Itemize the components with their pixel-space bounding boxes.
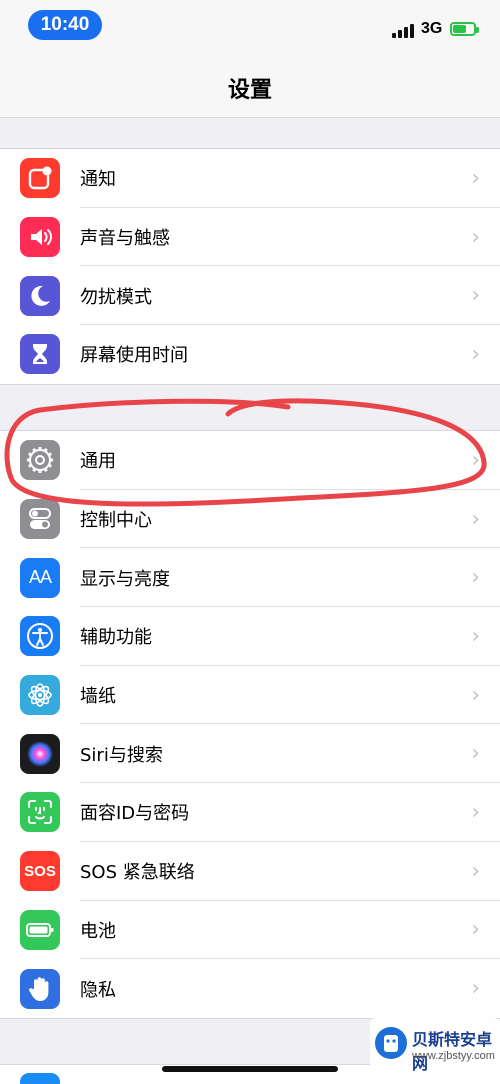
hourglass-icon <box>20 334 60 375</box>
nav-header: 设置 <box>0 52 500 118</box>
accessibility-icon <box>20 616 60 657</box>
settings-row-battery[interactable]: 电池 › <box>0 901 500 960</box>
speaker-icon <box>20 217 60 258</box>
settings-row-label: 辅助功能 <box>80 627 152 649</box>
watermark-logo-icon <box>375 1027 407 1059</box>
settings-row-hourglass[interactable]: 屏幕使用时间 › <box>0 325 500 384</box>
settings-row-speaker[interactable]: 声音与触感 › <box>0 208 500 267</box>
chevron-right-icon: › <box>471 283 480 309</box>
chevron-right-icon: › <box>471 917 480 943</box>
settings-row-label: 控制中心 <box>80 510 152 532</box>
cellular-signal-icon <box>392 24 416 38</box>
settings-row-label: 勿扰模式 <box>80 286 152 308</box>
settings-row-flower[interactable]: 墙纸 › <box>0 666 500 725</box>
settings-row-accessibility[interactable]: 辅助功能 › <box>0 607 500 666</box>
chevron-right-icon: › <box>471 565 480 591</box>
battery-icon <box>20 909 60 950</box>
chevron-right-icon: › <box>471 623 480 649</box>
moon-icon <box>20 275 60 316</box>
settings-row-gear[interactable]: 通用 › <box>0 431 500 490</box>
settings-row-siri[interactable]: Siri与搜索 › <box>0 724 500 784</box>
face-id-icon <box>20 792 60 833</box>
settings-row-label: 通用 <box>80 451 116 473</box>
toggle-icon <box>20 499 60 540</box>
settings-group-1: 通知 › 声音与触感 › 勿扰模式 › 屏幕使用时间 › <box>0 148 500 385</box>
chevron-right-icon: › <box>471 741 480 767</box>
app-store-icon <box>20 1073 60 1084</box>
settings-row-text-size[interactable]: AA 显示与亮度 › <box>0 548 500 608</box>
settings-group-2: 通用 › 控制中心 › AA 显示与亮度 › 辅助功能 › 墙纸 › Siri与搜索 › 面容ID与密码 ›… <box>0 430 500 1019</box>
settings-row-hand[interactable]: 隐私 › <box>0 959 500 1018</box>
chevron-right-icon: › <box>471 682 480 708</box>
settings-row-label: 电池 <box>80 920 116 942</box>
chevron-right-icon: › <box>471 447 480 473</box>
status-time: 10:40 <box>28 10 102 40</box>
chevron-right-icon: › <box>471 165 480 191</box>
settings-row-label: 声音与触感 <box>80 228 170 250</box>
siri-icon <box>20 733 60 774</box>
chevron-right-icon: › <box>471 976 480 1002</box>
settings-row-face-id[interactable]: 面容ID与密码 › <box>0 783 500 842</box>
watermark: 贝斯特安卓网 www.zjbstyy.com <box>370 1018 500 1080</box>
battery-level-fill <box>453 25 467 33</box>
chevron-right-icon: › <box>471 341 480 367</box>
settings-row-label: 墙纸 <box>80 686 116 708</box>
settings-row-label: Siri与搜索 <box>80 744 163 766</box>
gear-icon <box>20 440 60 481</box>
watermark-url: www.zjbstyy.com <box>412 1050 495 1062</box>
chevron-right-icon: › <box>471 799 480 825</box>
chevron-right-icon: › <box>471 858 480 884</box>
chevron-right-icon: › <box>471 506 480 532</box>
settings-row-label: 隐私 <box>80 979 116 1001</box>
settings-row-label: 面容ID与密码 <box>80 803 190 825</box>
settings-row-sos[interactable]: SOS SOS 紧急联络 › <box>0 842 500 901</box>
status-bar: 10:40 3G <box>0 0 500 52</box>
flower-icon <box>20 675 60 716</box>
sos-icon: SOS <box>20 851 60 892</box>
notifications-icon <box>20 158 60 199</box>
settings-row-label: 显示与亮度 <box>80 568 170 590</box>
hand-icon <box>20 968 60 1009</box>
text-size-icon: AA <box>20 557 60 598</box>
settings-row-label: 通知 <box>80 169 116 191</box>
settings-row-label: SOS 紧急联络 <box>80 862 195 884</box>
home-indicator[interactable] <box>162 1066 338 1072</box>
settings-row-label: 屏幕使用时间 <box>80 345 188 367</box>
page-title: 设置 <box>227 78 272 103</box>
settings-row-toggle[interactable]: 控制中心 › <box>0 490 500 549</box>
settings-screen: 10:40 3G 设置 通知 › 声音与触感 › 勿扰模式 › 屏幕使用时间 › 通用 › 控制中… <box>0 0 500 1084</box>
settings-row-notifications[interactable]: 通知 › <box>0 149 500 208</box>
settings-row-moon[interactable]: 勿扰模式 › <box>0 266 500 326</box>
chevron-right-icon: › <box>471 224 480 250</box>
battery-icon <box>450 22 479 36</box>
network-type: 3G <box>421 20 443 37</box>
